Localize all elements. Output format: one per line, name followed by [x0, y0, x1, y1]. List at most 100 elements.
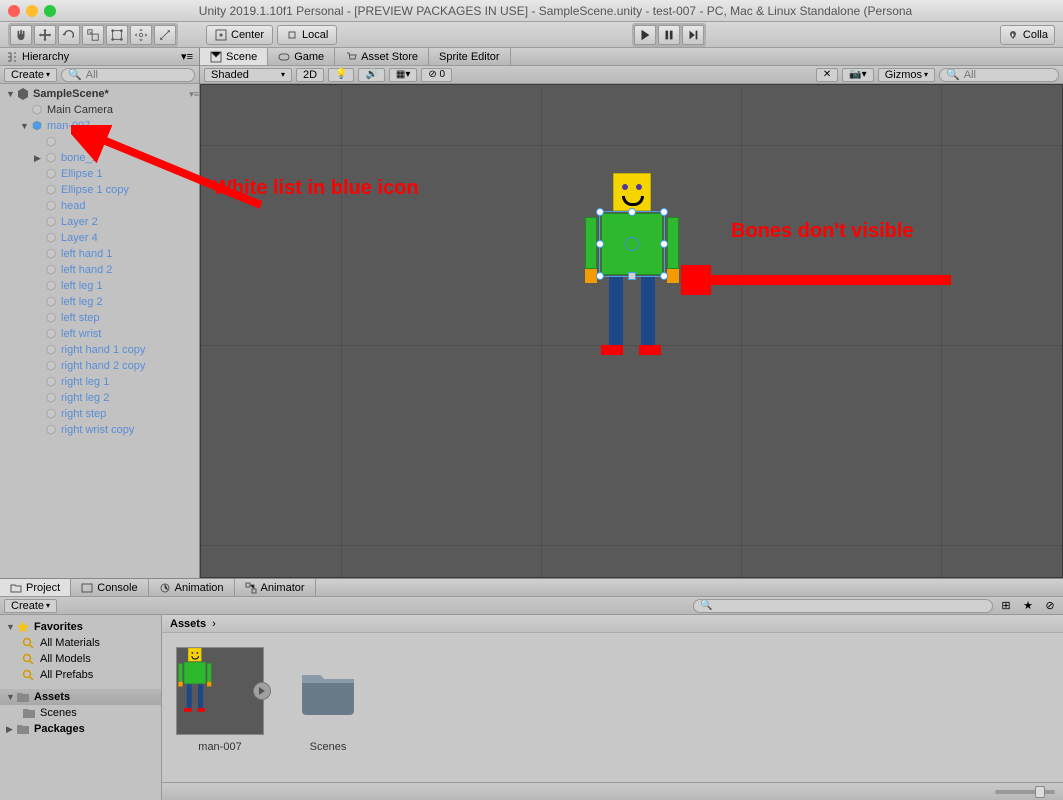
tab-project[interactable]: Project	[0, 579, 71, 596]
selection-box[interactable]	[599, 211, 665, 277]
animator-icon	[245, 582, 257, 594]
tab-sprite-editor[interactable]: Sprite Editor	[429, 48, 511, 65]
favorite-item[interactable]: All Materials	[0, 635, 161, 651]
close-icon[interactable]	[8, 5, 20, 17]
hierarchy-scene-row[interactable]: ▼SampleScene*▾≡	[0, 86, 199, 102]
panel-menu-icon[interactable]: ▾≡	[181, 50, 193, 63]
maximize-icon[interactable]	[44, 5, 56, 17]
hierarchy-item[interactable]: left leg 2	[0, 294, 199, 310]
rect-tool-button[interactable]	[106, 25, 128, 45]
scene-fx-toggle[interactable]: ▦▾	[389, 68, 417, 82]
tab-game[interactable]: Game	[268, 48, 335, 65]
thumbnail-size-slider[interactable]	[995, 790, 1055, 794]
cart-icon	[345, 51, 357, 63]
folder-icon	[300, 667, 356, 715]
scene-search-input[interactable]: 🔍All	[939, 68, 1059, 82]
tab-animation[interactable]: Animation	[149, 579, 235, 596]
hierarchy-item[interactable]: left hand 2	[0, 262, 199, 278]
gameobject-icon	[44, 423, 58, 437]
hierarchy-item[interactable]: right leg 1	[0, 374, 199, 390]
folder-icon	[10, 582, 22, 594]
gameobject-icon	[44, 183, 58, 197]
scene-tools-button[interactable]: ✕	[816, 68, 838, 82]
gameobject-icon	[44, 359, 58, 373]
play-button[interactable]	[634, 25, 656, 45]
resize-handle[interactable]	[596, 240, 604, 248]
scene-gizmos-dropdown[interactable]: Gizmos▾	[878, 68, 935, 82]
scene-2d-toggle[interactable]: 2D	[296, 68, 324, 82]
scene-camera-button[interactable]: 📷▾	[842, 68, 873, 82]
favorite-item[interactable]: All Models	[0, 651, 161, 667]
resize-handle[interactable]	[660, 272, 668, 280]
rotate-tool-button[interactable]	[58, 25, 80, 45]
minimize-icon[interactable]	[26, 5, 38, 17]
hand-tool-button[interactable]	[10, 25, 32, 45]
asset-thumbnail-scenes[interactable]: Scenes	[284, 647, 372, 753]
annotation-arrow-right-icon	[681, 265, 961, 295]
hierarchy-item[interactable]: Ellipse 1	[0, 166, 199, 182]
project-search-input[interactable]: 🔍	[693, 599, 993, 613]
tab-console[interactable]: Console	[71, 579, 148, 596]
favorite-item[interactable]: All Prefabs	[0, 667, 161, 683]
hierarchy-tab-label: Hierarchy	[22, 51, 69, 63]
pause-button[interactable]	[658, 25, 680, 45]
tab-asset-store[interactable]: Asset Store	[335, 48, 429, 65]
resize-handle[interactable]	[628, 272, 636, 280]
move-tool-button[interactable]	[34, 25, 56, 45]
scene-hidden-toggle[interactable]: ⊘ 0	[421, 68, 452, 82]
hierarchy-item[interactable]: left hand 1	[0, 246, 199, 262]
hierarchy-search-input[interactable]: 🔍All	[61, 68, 195, 82]
pivot-local-button[interactable]: Local	[277, 25, 337, 45]
collab-button[interactable]: Colla	[1000, 25, 1055, 45]
project-hidden-icon[interactable]: ⊘	[1041, 599, 1059, 612]
window-title: Unity 2019.1.10f1 Personal - [PREVIEW PA…	[56, 4, 1055, 18]
scene-lighting-toggle[interactable]: 💡	[328, 68, 354, 82]
hierarchy-item[interactable]: ▶bone_1	[0, 150, 199, 166]
hierarchy-item[interactable]: left step	[0, 310, 199, 326]
hierarchy-item[interactable]: Main Camera	[0, 102, 199, 118]
hierarchy-item[interactable]: Ellipse 1 copy	[0, 182, 199, 198]
custom-tool-button[interactable]	[154, 25, 176, 45]
hierarchy-item[interactable]: right hand 2 copy	[0, 358, 199, 374]
project-create-dropdown[interactable]: Create▾	[4, 599, 57, 613]
hierarchy-item[interactable]: right step	[0, 406, 199, 422]
resize-handle[interactable]	[628, 208, 636, 216]
hierarchy-item[interactable]: right hand 1 copy	[0, 342, 199, 358]
hierarchy-item[interactable]: Layer 4	[0, 230, 199, 246]
gameobject-icon	[44, 263, 58, 277]
hierarchy-item[interactable]: Layer 2	[0, 214, 199, 230]
project-favorite-icon[interactable]: ★	[1019, 599, 1037, 612]
hierarchy-item[interactable]: right leg 2	[0, 390, 199, 406]
hierarchy-create-dropdown[interactable]: Create▾	[4, 68, 57, 82]
project-filter-icon[interactable]: ⊞	[997, 599, 1015, 612]
tab-animator[interactable]: Animator	[235, 579, 316, 596]
hierarchy-tree[interactable]: ▼SampleScene*▾≡Main Camera▼man-007 ▶bone_…	[0, 84, 199, 578]
breadcrumb-assets[interactable]: Assets	[170, 618, 206, 630]
hierarchy-item[interactable]: head	[0, 198, 199, 214]
tab-scene[interactable]: Scene	[200, 48, 268, 65]
chevron-right-icon: ›	[212, 618, 216, 630]
step-button[interactable]	[682, 25, 704, 45]
pivot-center-button[interactable]: Center	[206, 25, 273, 45]
hierarchy-item[interactable]: ▼man-007	[0, 118, 199, 134]
hierarchy-item[interactable]: left wrist	[0, 326, 199, 342]
annotation-left: White list in blue icon	[213, 177, 419, 200]
hierarchy-item[interactable]	[0, 134, 199, 150]
scene-audio-toggle[interactable]: 🔊	[358, 68, 384, 82]
resize-handle[interactable]	[660, 208, 668, 216]
window-controls[interactable]	[8, 5, 56, 17]
transform-tool-button[interactable]	[130, 25, 152, 45]
hierarchy-item[interactable]: right wrist copy	[0, 422, 199, 438]
asset-folder-item[interactable]: Scenes	[0, 705, 161, 721]
scene-viewport[interactable]: White list in blue icon Bones don't visi…	[200, 84, 1063, 578]
project-tree[interactable]: ▼Favorites All MaterialsAll ModelsAll Pr…	[0, 615, 162, 800]
asset-thumbnail-man[interactable]: man-007	[176, 647, 264, 753]
scene-shading-dropdown[interactable]: Shaded▾	[204, 68, 292, 82]
resize-handle[interactable]	[660, 240, 668, 248]
gameobject-icon	[44, 247, 58, 261]
resize-handle[interactable]	[596, 208, 604, 216]
scale-tool-button[interactable]	[82, 25, 104, 45]
folder-icon	[16, 691, 30, 703]
hierarchy-item[interactable]: left leg 1	[0, 278, 199, 294]
resize-handle[interactable]	[596, 272, 604, 280]
